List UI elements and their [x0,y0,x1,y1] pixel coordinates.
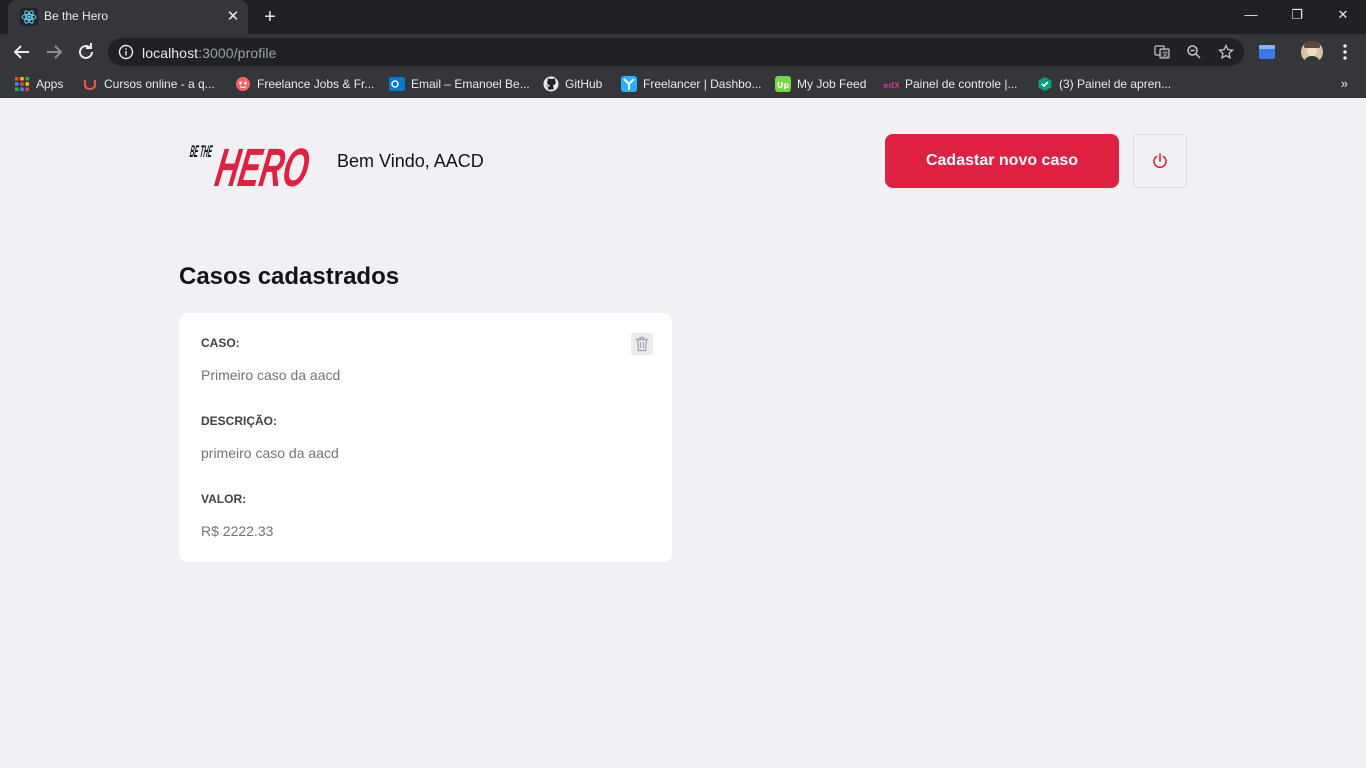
trash-icon[interactable] [631,333,653,355]
restore-button[interactable]: ❐ [1274,0,1320,30]
svg-text:edX: edX [883,81,899,90]
bookmark-label: My Job Feed [797,77,867,91]
bookmark-label: Cursos online - a q... [104,77,215,91]
freelancer-icon [621,76,637,92]
be-the-hero-logo: BE THE HERO [189,137,314,193]
bookmark-label: GitHub [565,77,603,91]
bookmark-apps[interactable]: Apps [14,75,63,93]
logout-button[interactable] [1133,134,1187,188]
case-card: CASO: Primeiro caso da aacd DESCRIÇÃO: p… [179,313,672,562]
bookmark-freelancer[interactable]: Freelancer | Dashbo... [621,75,762,93]
svg-text:BE THE: BE THE [189,142,214,161]
close-window-button[interactable]: ✕ [1320,0,1366,30]
case-value: R$ 2222.33 [201,523,274,539]
tab-close-icon[interactable]: ✕ [224,8,242,26]
browser-toolbar: localhost:3000/profile 文 [0,34,1366,70]
welcome-text: Bem Vindo, AACD [337,151,484,171]
profile-avatar[interactable] [1301,41,1323,63]
bookmark-label: (3) Painel de apren... [1059,77,1172,91]
outlook-icon [389,77,405,91]
bookmark-edx[interactable]: edX Painel de controle |... [883,75,1018,93]
translate-icon[interactable]: 文 [1154,44,1170,60]
alura-icon [1038,77,1052,91]
bookmark-label: Email – Emanoel Be... [411,77,530,91]
section-title: Casos cadastrados [179,263,400,290]
browser-tab-strip: Be the Hero ✕ + — ❐ ✕ [0,0,1366,34]
zoom-icon[interactable] [1186,44,1202,60]
browser-tab[interactable]: Be the Hero ✕ [8,0,248,34]
description-label: DESCRIÇÃO: [201,414,278,428]
bookmark-udemy[interactable]: Cursos online - a q... [82,75,215,93]
edx-icon: edX [883,81,899,90]
tab-title: Be the Hero [44,9,109,23]
workana-icon [236,77,250,91]
url-text: localhost:3000/profile [142,45,277,61]
case-title: Primeiro caso da aacd [201,367,341,383]
bookmarks-overflow-button[interactable]: » [1341,76,1348,91]
extension-icon[interactable] [1257,42,1277,62]
svg-text:Up: Up [777,81,789,90]
bookmark-alura[interactable]: (3) Painel de apren... [1037,75,1171,93]
new-case-button[interactable]: Cadastar novo caso [885,134,1119,188]
page-content: BE THE HERO Bem Vindo, AACD Cadastar nov… [0,103,1366,768]
svg-text:HERO: HERO [211,137,314,193]
minimize-button[interactable]: — [1228,0,1274,30]
bookmark-upwork[interactable]: Up My Job Feed [775,75,866,93]
bookmark-workana[interactable]: Freelance Jobs & Fr... [235,75,374,93]
reload-icon[interactable] [74,40,98,64]
power-icon [1153,153,1167,169]
value-label: VALOR: [201,492,247,506]
url-host: localhost [142,45,199,61]
github-icon [543,76,559,92]
case-description: primeiro caso da aacd [201,445,339,461]
bookmark-label: Painel de controle |... [905,77,1018,91]
bookmark-label: Apps [36,77,64,91]
bookmark-star-icon[interactable] [1218,44,1234,60]
udemy-icon [83,80,97,91]
new-tab-button[interactable]: + [258,6,282,28]
apps-grid-icon [15,77,29,91]
case-label: CASO: [201,336,240,350]
bookmark-label: Freelancer | Dashbo... [643,77,762,91]
bookmark-outlook[interactable]: Email – Emanoel Be... [389,75,530,93]
bookmarks-bar: Apps Cursos online - a q... Freelance Jo… [0,70,1366,98]
forward-icon[interactable] [42,40,66,64]
address-bar[interactable]: localhost:3000/profile 文 [108,38,1244,66]
info-icon[interactable] [118,44,134,60]
url-path: :3000/profile [198,45,277,61]
back-icon[interactable] [10,40,34,64]
upwork-icon: Up [775,76,791,92]
menu-kebab-icon[interactable] [1335,42,1355,62]
react-icon [20,8,38,26]
bookmark-github[interactable]: GitHub [543,75,602,93]
svg-text:文: 文 [1162,51,1168,59]
bookmark-label: Freelance Jobs & Fr... [257,77,375,91]
